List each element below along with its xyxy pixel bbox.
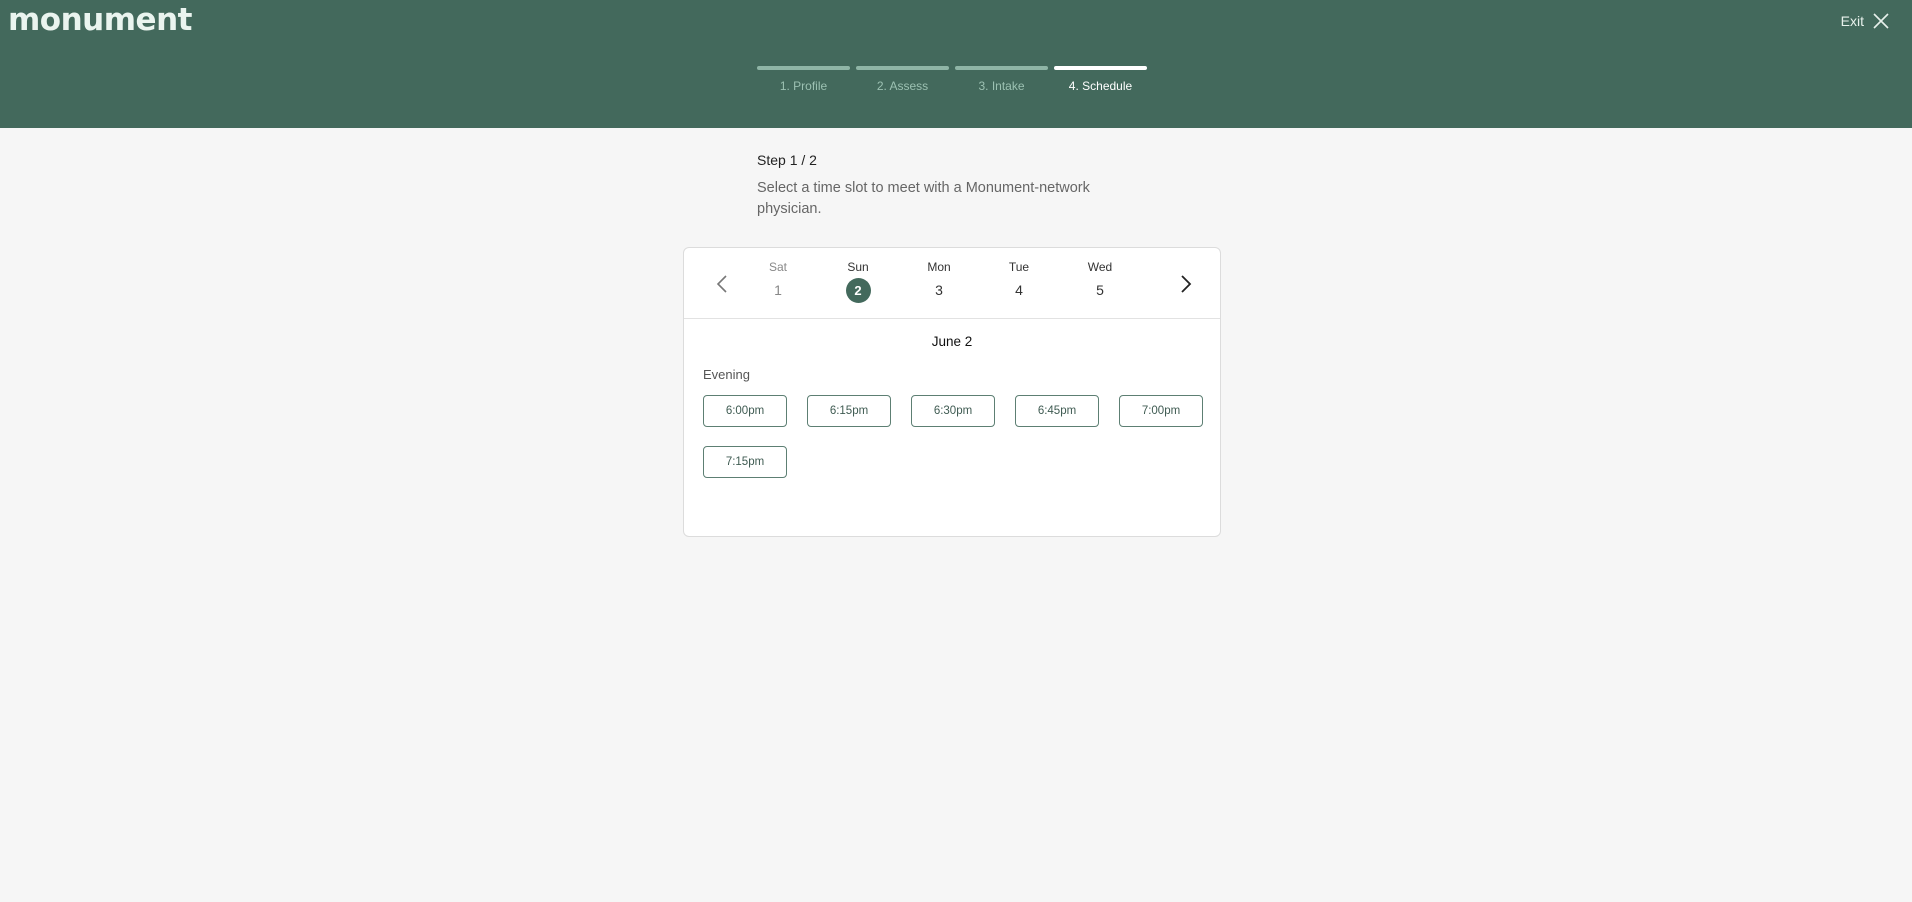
day-date: 1 bbox=[774, 282, 782, 298]
chevron-left-icon bbox=[716, 275, 727, 293]
top-header: monument Exit 1. Profile 2. Assess 3. In… bbox=[0, 0, 1912, 128]
intro-section: Step 1 / 2 Select a time slot to meet wi… bbox=[757, 152, 1117, 220]
day-name: Tue bbox=[1008, 260, 1030, 274]
day-sat[interactable]: Sat 1 bbox=[748, 260, 808, 303]
instructions-text: Select a time slot to meet with a Monume… bbox=[757, 180, 1090, 217]
period-label: Evening bbox=[703, 367, 750, 382]
time-slot-button[interactable]: 7:00pm bbox=[1119, 395, 1203, 427]
step-schedule[interactable]: 4. Schedule bbox=[1054, 66, 1147, 93]
step-bar bbox=[955, 66, 1048, 70]
day-name: Sun bbox=[847, 260, 869, 274]
step-label: 4. Schedule bbox=[1068, 79, 1133, 93]
step-assess[interactable]: 2. Assess bbox=[856, 66, 949, 93]
step-profile[interactable]: 1. Profile bbox=[757, 66, 850, 93]
time-slot-grid: 6:00pm 6:15pm 6:30pm 6:45pm 7:00pm 7:15p… bbox=[703, 395, 1220, 478]
previous-days-button[interactable] bbox=[710, 272, 734, 296]
scheduler-card: Sat 1 Sun 2 Mon 3 Tue 4 Wed 5 June 2 Eve… bbox=[683, 247, 1221, 537]
day-date: 3 bbox=[935, 282, 943, 298]
day-wed[interactable]: Wed 5 bbox=[1070, 260, 1130, 303]
day-name: Sat bbox=[768, 260, 787, 274]
day-sun[interactable]: Sun 2 bbox=[828, 260, 888, 303]
day-date-selected: 2 bbox=[845, 278, 871, 303]
time-slot-button[interactable]: 6:15pm bbox=[807, 395, 891, 427]
exit-button[interactable]: Exit bbox=[1841, 12, 1890, 30]
day-name: Wed bbox=[1087, 260, 1113, 274]
exit-label: Exit bbox=[1840, 13, 1864, 29]
progress-stepper: 1. Profile 2. Assess 3. Intake 4. Schedu… bbox=[757, 66, 1147, 93]
next-days-button[interactable] bbox=[1174, 272, 1198, 296]
time-slot-button[interactable]: 6:45pm bbox=[1015, 395, 1099, 427]
chevron-right-icon bbox=[1181, 275, 1192, 293]
step-bar bbox=[757, 66, 850, 70]
step-bar bbox=[856, 66, 949, 70]
day-mon[interactable]: Mon 3 bbox=[909, 260, 969, 303]
monument-logo[interactable]: monument bbox=[8, 2, 192, 38]
day-name: Mon bbox=[927, 260, 951, 274]
step-label: 3. Intake bbox=[978, 79, 1025, 93]
step-label: 2. Assess bbox=[876, 79, 929, 93]
close-icon bbox=[1873, 13, 1889, 29]
day-date: 4 bbox=[1015, 282, 1023, 298]
selected-date-title: June 2 bbox=[931, 334, 973, 349]
time-slot-button[interactable]: 6:30pm bbox=[911, 395, 995, 427]
time-slot-button[interactable]: 6:00pm bbox=[703, 395, 787, 427]
day-tue[interactable]: Tue 4 bbox=[989, 260, 1049, 303]
step-bar bbox=[1054, 66, 1147, 70]
step-counter: Step 1 / 2 bbox=[757, 152, 817, 168]
step-label: 1. Profile bbox=[779, 79, 828, 93]
time-slot-button[interactable]: 7:15pm bbox=[703, 446, 787, 478]
day-picker: Sat 1 Sun 2 Mon 3 Tue 4 Wed 5 bbox=[684, 248, 1220, 319]
day-date: 5 bbox=[1096, 282, 1104, 298]
step-intake[interactable]: 3. Intake bbox=[955, 66, 1048, 93]
